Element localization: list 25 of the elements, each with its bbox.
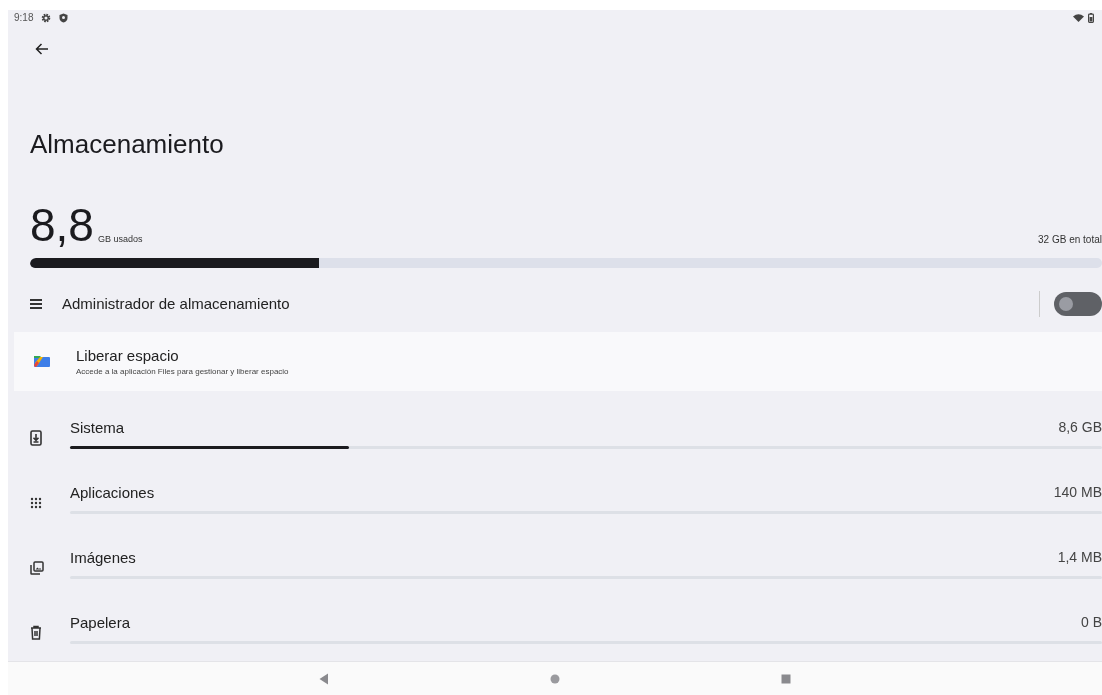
category-name: Aplicaciones <box>70 483 155 501</box>
phone-download-icon <box>30 429 42 446</box>
gear-icon <box>41 12 52 23</box>
status-time: 9:18 <box>14 12 34 24</box>
battery-icon <box>1088 12 1094 23</box>
storage-manager-toggle[interactable] <box>1054 291 1102 316</box>
category-name: Papelera <box>70 613 131 631</box>
page-title: Almacenamiento <box>30 128 225 160</box>
category-name: Sistema <box>70 418 125 436</box>
category-name: Imágenes <box>70 548 136 566</box>
category-size: 0 B <box>1081 613 1102 631</box>
list-icon <box>30 298 42 309</box>
wifi-icon <box>1073 13 1084 22</box>
used-unit: GB usados <box>97 233 144 246</box>
trash-icon <box>30 625 42 640</box>
category-size: 8,6 GB <box>1058 418 1102 436</box>
setting-label: Administrador de almacenamiento <box>62 295 291 313</box>
total-capacity: 32 GB en total <box>1038 233 1102 247</box>
category-size: 140 MB <box>1053 483 1102 501</box>
used-amount: 8,8 <box>30 201 94 248</box>
app-grid-icon <box>30 496 42 509</box>
photo-library-icon <box>30 560 44 575</box>
category-size: 1,4 MB <box>1057 548 1102 566</box>
folder-icon <box>34 355 50 368</box>
free-up-space-item[interactable]: Liberar espacio Accede a la aplicación Files para gestionar y liberar espacio <box>14 331 1102 391</box>
